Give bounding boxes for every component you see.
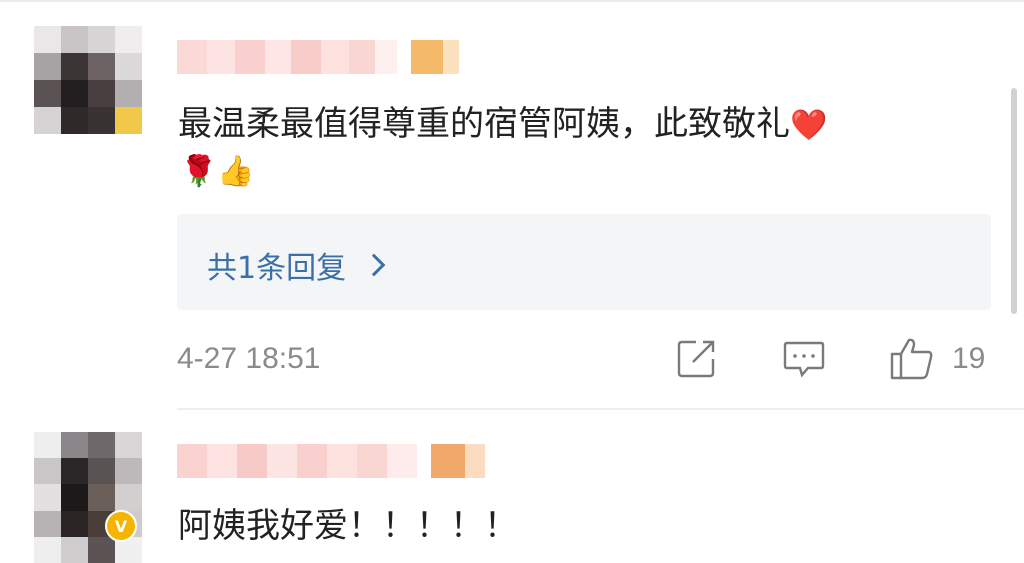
comment-icon xyxy=(783,341,825,378)
like-count: 19 xyxy=(952,342,986,375)
comment-timestamp: 4-27 18:51 xyxy=(177,342,321,375)
divider xyxy=(177,408,1024,410)
avatar[interactable] xyxy=(34,26,142,134)
nickname-blurred[interactable] xyxy=(177,40,459,74)
like-button[interactable] xyxy=(889,335,935,385)
scrollbar[interactable] xyxy=(1011,88,1017,314)
comment-text: 阿姨我好爱！！！！！ xyxy=(178,506,518,546)
like-icon xyxy=(890,338,933,380)
heart-emoji: ❤️ xyxy=(790,108,828,143)
top-border xyxy=(0,0,1024,2)
avatar[interactable] xyxy=(34,432,142,563)
comment-button[interactable] xyxy=(782,338,826,384)
comment-emoji: 🌹👍 xyxy=(180,154,255,189)
share-button[interactable] xyxy=(676,338,718,384)
view-replies-link[interactable]: 共1条回复 xyxy=(207,243,386,287)
share-icon xyxy=(677,340,715,378)
chevron-right-icon xyxy=(362,253,386,277)
reply-box[interactable]: 共1条回复 xyxy=(177,214,991,310)
verified-badge-icon: V xyxy=(105,510,137,542)
comment-text: 最温柔最值得尊重的宿管阿姨，此致敬礼❤️ xyxy=(178,104,828,144)
nickname-blurred[interactable] xyxy=(177,444,495,478)
